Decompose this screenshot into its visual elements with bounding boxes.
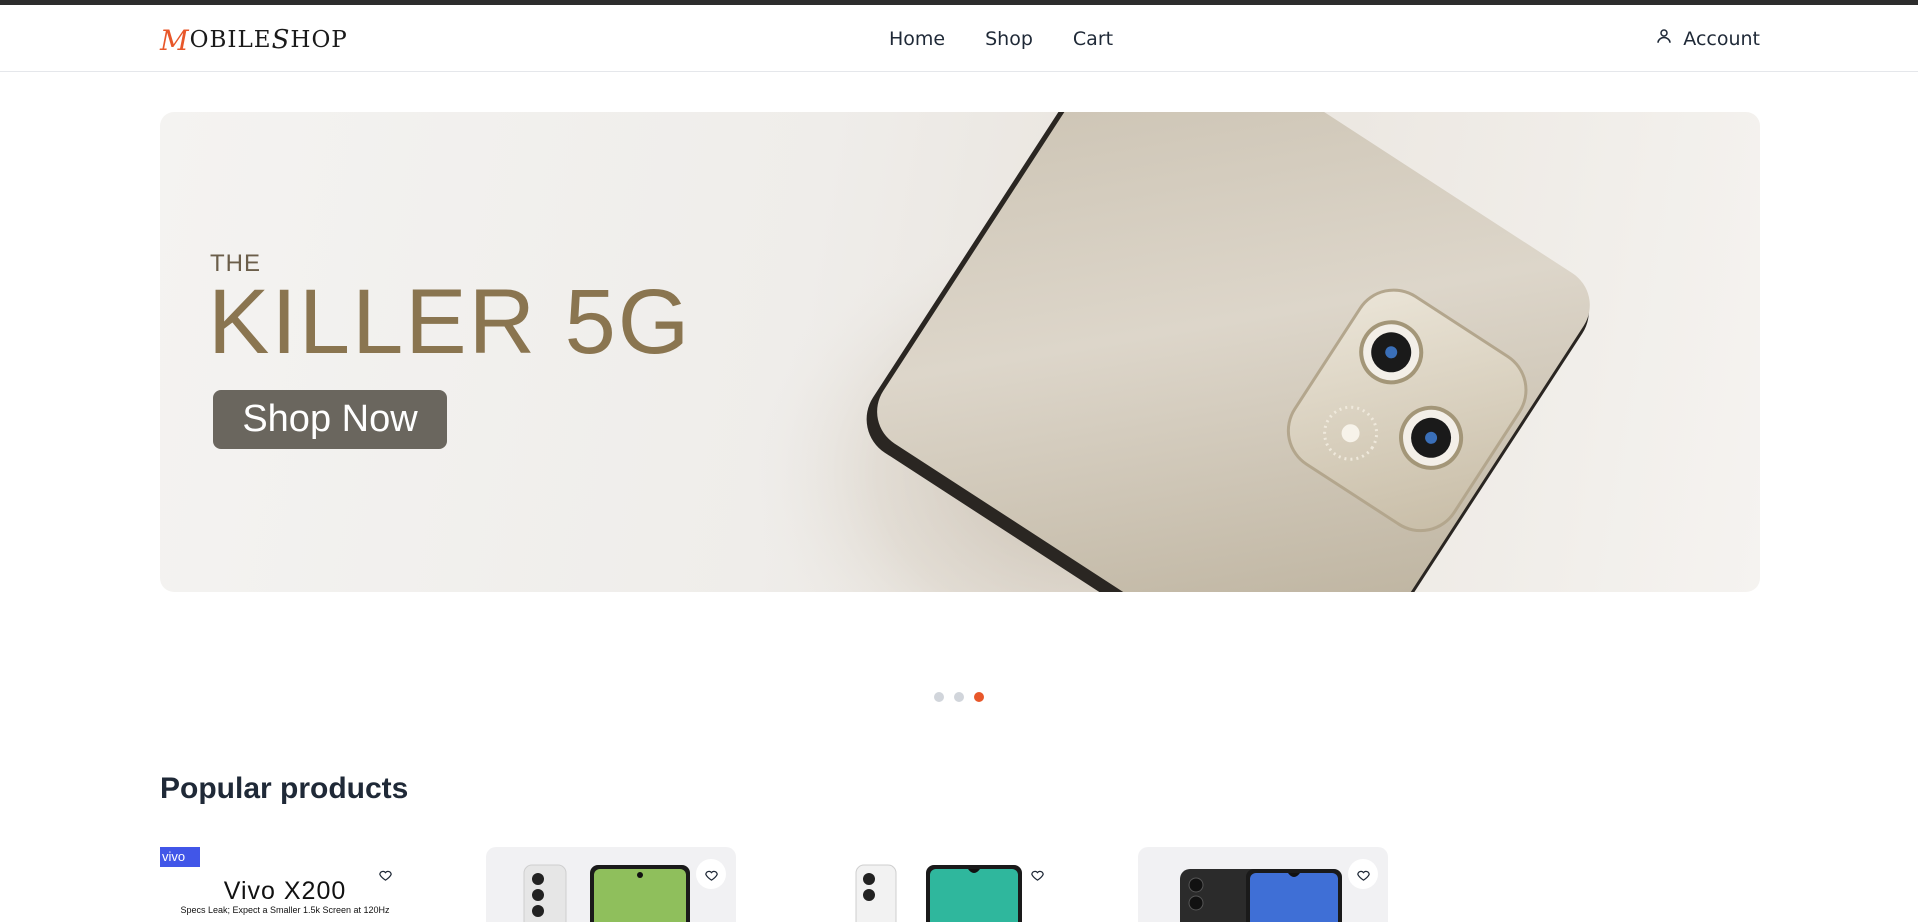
carousel-dot-3[interactable] [974, 692, 984, 702]
logo-text-end: HOP [290, 27, 348, 53]
product-card[interactable] [812, 847, 1062, 922]
product-card[interactable] [1138, 847, 1388, 922]
favorite-button[interactable] [370, 859, 400, 889]
account-link[interactable]: Account [1655, 25, 1760, 53]
heart-icon [704, 870, 718, 881]
popular-products-heading: Popular products [160, 772, 409, 805]
vivo-badge: vivo [160, 847, 200, 867]
site-logo[interactable]: M OBILE S HOP [160, 23, 348, 57]
product-promo-subtitle: Specs Leak; Expect a Smaller 1.5k Screen… [180, 905, 390, 915]
logo-text: OBILE [189, 27, 272, 53]
nav-shop[interactable]: Shop [985, 25, 1033, 53]
product-image [855, 864, 1022, 922]
carousel-indicators [934, 692, 984, 702]
logo-s: S [271, 25, 291, 55]
nav-home[interactable]: Home [889, 25, 945, 53]
nav-cart[interactable]: Cart [1073, 25, 1113, 53]
product-card[interactable]: vivo Vivo X200 Specs Leak; Expect a Smal… [160, 847, 410, 922]
heart-icon [1356, 870, 1370, 881]
account-label: Account [1683, 28, 1760, 50]
product-grid: vivo Vivo X200 Specs Leak; Expect a Smal… [160, 847, 1760, 922]
favorite-button[interactable] [1348, 859, 1378, 889]
main-nav: Home Shop Cart [889, 25, 1113, 53]
shop-now-button[interactable]: Shop Now [213, 390, 447, 449]
favorite-button[interactable] [1022, 859, 1052, 889]
favorite-button[interactable] [696, 859, 726, 889]
site-header: M OBILE S HOP Home Shop Cart Account [0, 5, 1918, 72]
product-image [1180, 869, 1342, 922]
user-icon [1655, 25, 1673, 53]
product-image [523, 864, 690, 922]
hero-banner[interactable]: THE KILLER 5G Shop Now [160, 112, 1760, 592]
carousel-dot-1[interactable] [934, 692, 944, 702]
heart-icon [378, 870, 392, 881]
heart-icon [1030, 870, 1044, 881]
hero-title: KILLER 5G [208, 271, 692, 373]
product-card[interactable] [486, 847, 736, 922]
logo-initial: M [160, 23, 190, 57]
carousel-dot-2[interactable] [954, 692, 964, 702]
